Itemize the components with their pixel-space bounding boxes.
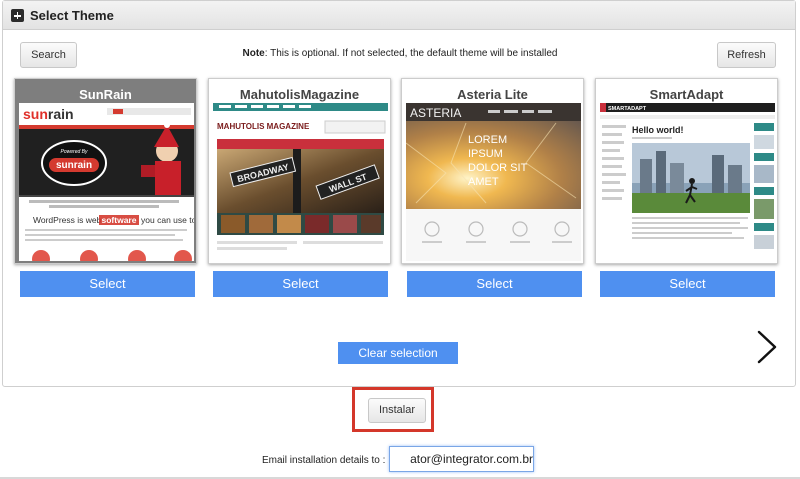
theme-name: SunRain xyxy=(79,87,132,102)
theme-preview-smartadapt: SMARTADAPT Hello world! xyxy=(600,103,775,261)
mahutolis-logo: MAHUTOLIS MAGAZINE xyxy=(217,122,310,131)
theme-name: Asteria Lite xyxy=(457,87,528,102)
smartadapt-post-title: Hello world! xyxy=(632,125,684,135)
select-button-mahutolismagazine[interactable]: Select xyxy=(213,271,388,297)
asteria-logo: ASTERIA xyxy=(410,106,461,120)
sunrain-logo: sunrain xyxy=(23,106,74,122)
theme-preview-asteria-lite: ASTERIA LOREM IPSUM DOLOR SIT AMET xyxy=(406,103,581,261)
badge-caption: Powered By xyxy=(61,149,88,155)
email-input[interactable]: ator@integrator.com.br xyxy=(389,446,534,472)
badge-text: sunrain xyxy=(56,160,92,171)
asteria-hero-line-4: AMET xyxy=(468,176,499,188)
refresh-button[interactable]: Refresh xyxy=(717,42,776,68)
install-button[interactable]: Instalar xyxy=(368,398,426,423)
select-button-sunrain[interactable]: Select xyxy=(20,271,195,297)
asteria-hero-line-2: IPSUM xyxy=(468,148,503,160)
theme-card-smartadapt[interactable]: SmartAdapt SMARTADAPT Hello world! xyxy=(595,78,778,264)
email-label: Email installation details to : xyxy=(262,455,386,466)
theme-name: MahutolisMagazine xyxy=(239,87,360,102)
asteria-hero-line-1: LOREM xyxy=(468,134,507,146)
optional-note: Note: This is optional. If not selected,… xyxy=(0,48,800,59)
note-text: : This is optional. If not selected, the… xyxy=(264,48,558,59)
theme-name: SmartAdapt xyxy=(649,87,724,102)
clear-selection-button[interactable]: Clear selection xyxy=(338,342,458,364)
plus-icon[interactable] xyxy=(11,9,24,22)
chevron-right-icon[interactable] xyxy=(755,330,779,364)
panel-title: Select Theme xyxy=(30,8,114,23)
asteria-hero-line-3: DOLOR SIT xyxy=(468,162,528,174)
svg-text:software: software xyxy=(102,215,137,225)
smartadapt-logo: SMARTADAPT xyxy=(608,106,647,112)
theme-card-mahutolismagazine[interactable]: MahutolisMagazine MAHUTOLIS MAGAZINE BRO… xyxy=(208,78,391,264)
theme-selector-page: Select Theme Search Note: This is option… xyxy=(0,0,800,479)
select-button-asteria-lite[interactable]: Select xyxy=(407,271,582,297)
theme-card-asteria-lite[interactable]: Asteria Lite ASTERIA LOREM IPSUM DOLOR S… xyxy=(401,78,584,264)
theme-card-sunrain[interactable]: SunRain sunrain Powered By sunrain WordP… xyxy=(14,78,197,264)
theme-preview-mahutolismagazine: MAHUTOLIS MAGAZINE BROADWAY WALL ST xyxy=(213,103,388,261)
note-label: Note xyxy=(242,48,265,59)
theme-preview-sunrain: sunrain Powered By sunrain WordPress is … xyxy=(19,103,194,261)
panel-header[interactable]: Select Theme xyxy=(3,1,795,30)
select-button-smartadapt[interactable]: Select xyxy=(600,271,775,297)
